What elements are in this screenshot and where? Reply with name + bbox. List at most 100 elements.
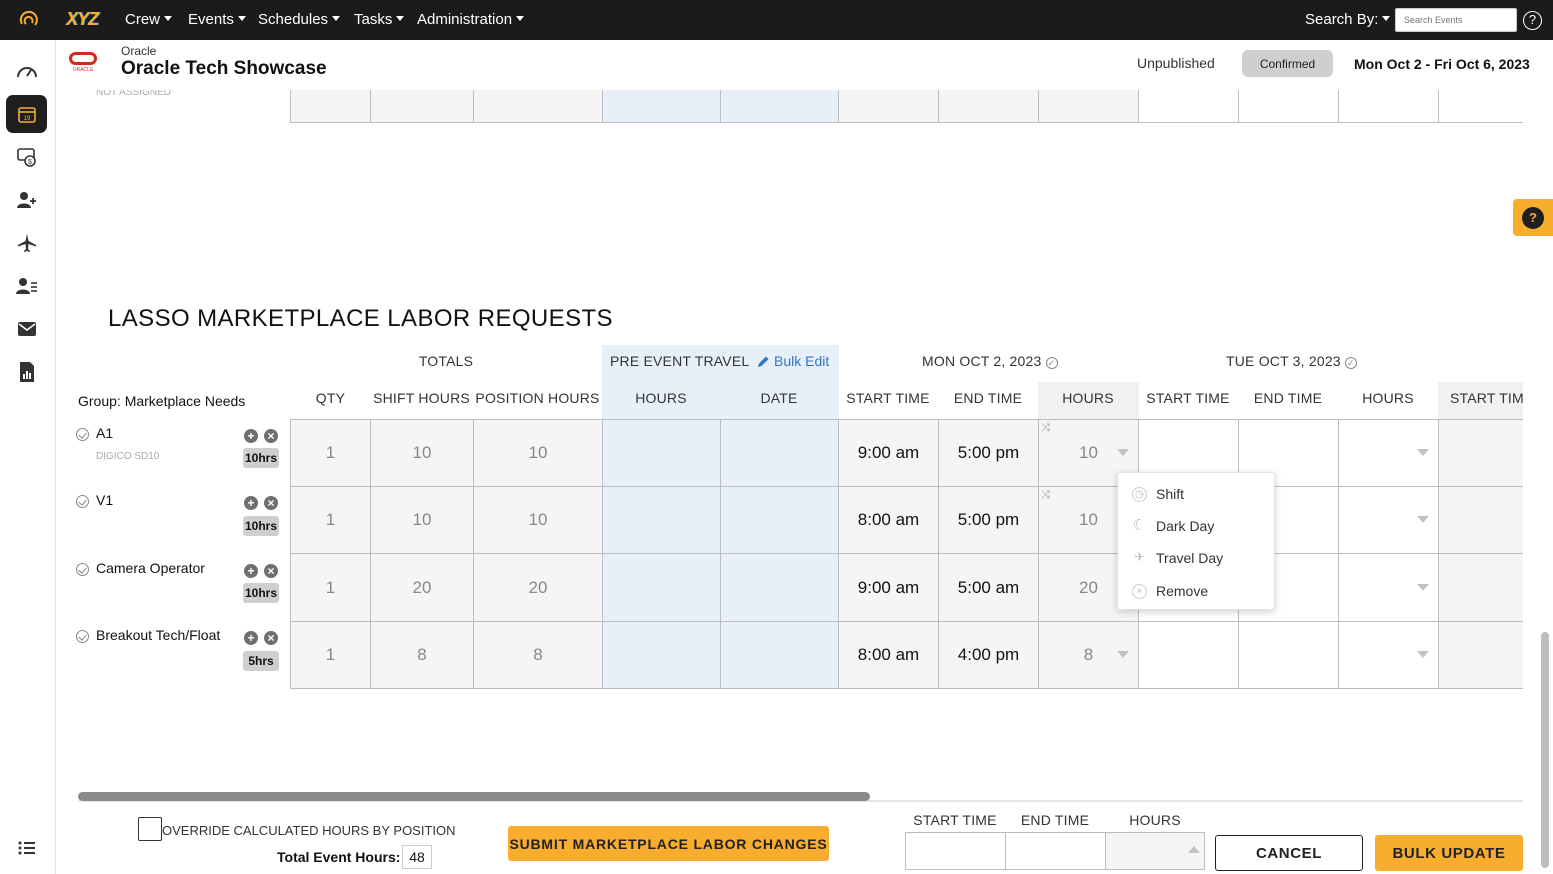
position-hours-cell[interactable]: 8	[473, 621, 603, 689]
vertical-scrollbar-thumb[interactable]	[1541, 632, 1549, 868]
travel-hours-cell[interactable]	[602, 553, 721, 622]
travel-date-cell[interactable]	[720, 621, 839, 689]
bulk-start-time-input[interactable]	[905, 832, 1006, 870]
day2-label: TUE OCT 3, 2023	[1226, 353, 1341, 369]
start-time-cell[interactable]: 8:00 am	[838, 621, 939, 689]
close-circle-icon[interactable]: ×	[264, 429, 278, 443]
plus-circle-icon[interactable]: +	[244, 564, 258, 578]
nav-administration[interactable]: Administration	[417, 11, 525, 28]
nav-events[interactable]: Events	[188, 11, 246, 28]
chevron-down-icon[interactable]	[1417, 449, 1429, 456]
menu-item-dark-day[interactable]: ☾ Dark Day	[1132, 518, 1215, 535]
bulk-edit-link[interactable]: Bulk Edit	[757, 353, 829, 369]
menu-item-shift[interactable]: ◷ Shift	[1132, 486, 1184, 502]
day2-end-cell[interactable]	[1238, 621, 1339, 689]
shuffle-icon[interactable]: ⤨	[1041, 422, 1050, 435]
status-unpublished[interactable]: Unpublished	[1137, 55, 1215, 71]
sidebar-item-travel[interactable]	[6, 224, 47, 262]
sidebar-item-crew-list[interactable]	[6, 267, 47, 305]
sidebar-item-add-crew[interactable]	[6, 181, 47, 219]
plus-circle-icon[interactable]: +	[244, 631, 258, 645]
travel-date-cell[interactable]	[720, 419, 839, 487]
check-circle-icon[interactable]: ✓	[1344, 357, 1357, 369]
plus-circle-icon[interactable]: +	[244, 496, 258, 510]
hours-value: 10	[1079, 443, 1098, 462]
check-circle-icon[interactable]: ✓	[1045, 357, 1058, 369]
horizontal-scrollbar-thumb[interactable]	[78, 792, 870, 801]
day3-start-cell[interactable]	[1438, 486, 1523, 554]
qty-cell[interactable]: 1	[290, 486, 371, 554]
travel-hours-cell[interactable]	[602, 486, 721, 554]
menu-item-remove[interactable]: × Remove	[1132, 583, 1208, 599]
end-time-cell[interactable]: 5:00 pm	[938, 419, 1039, 487]
check-circle-icon[interactable]	[76, 495, 89, 508]
sidebar-item-messages[interactable]	[6, 310, 47, 348]
end-time-cell[interactable]: 5:00 am	[938, 553, 1039, 622]
chevron-down-icon	[516, 16, 525, 21]
end-time-cell[interactable]: 4:00 pm	[938, 621, 1039, 689]
plus-circle-icon[interactable]: +	[244, 429, 258, 443]
check-circle-icon[interactable]	[76, 428, 89, 441]
check-circle-icon[interactable]	[76, 630, 89, 643]
shift-hours-cell[interactable]: 10	[370, 486, 474, 554]
nav-schedules[interactable]: Schedules	[258, 11, 341, 28]
brand-logo[interactable]: XYZ	[66, 9, 99, 30]
cancel-button[interactable]: CANCEL	[1215, 835, 1363, 871]
status-confirmed-badge[interactable]: Confirmed	[1242, 50, 1333, 77]
day3-start-cell[interactable]	[1438, 553, 1523, 622]
shift-hours-cell[interactable]: 8	[370, 621, 474, 689]
day3-start-cell[interactable]	[1438, 419, 1523, 487]
col-day2-hours: HOURS	[1362, 390, 1414, 406]
day2-start-cell[interactable]	[1138, 621, 1239, 689]
travel-date-cell[interactable]	[720, 486, 839, 554]
bulk-end-time-input[interactable]	[1005, 832, 1106, 870]
submit-marketplace-changes-button[interactable]: SUBMIT MARKETPLACE LABOR CHANGES	[508, 826, 829, 861]
nav-tasks-label: Tasks	[354, 11, 393, 28]
bulk-update-button[interactable]: BULK UPDATE	[1375, 835, 1523, 871]
end-time-cell[interactable]: 5:00 pm	[938, 486, 1039, 554]
role-name: A1	[96, 425, 114, 441]
close-circle-icon[interactable]: ×	[264, 564, 278, 578]
travel-hours-cell[interactable]	[602, 621, 721, 689]
travel-hours-cell[interactable]	[602, 419, 721, 487]
position-hours-cell[interactable]: 10	[473, 486, 603, 554]
hours-value: 10	[1079, 510, 1098, 529]
search-by-dropdown[interactable]: Search By:	[1305, 11, 1391, 28]
qty-cell[interactable]: 1	[290, 621, 371, 689]
help-circle-icon[interactable]: ?	[1523, 11, 1542, 30]
sidebar-item-dashboard[interactable]	[6, 53, 47, 91]
override-checkbox[interactable]	[138, 817, 162, 841]
chevron-down-icon[interactable]	[1117, 651, 1129, 658]
day3-start-cell[interactable]	[1438, 621, 1523, 689]
sidebar-item-payments[interactable]: $	[6, 138, 47, 176]
shift-hours-cell[interactable]: 10	[370, 419, 474, 487]
pre-event-travel-header: PRE EVENT TRAVEL	[610, 353, 750, 369]
shift-hours-cell[interactable]: 20	[370, 553, 474, 622]
close-circle-icon[interactable]: ×	[264, 496, 278, 510]
qty-cell[interactable]: 1	[290, 553, 371, 622]
chevron-up-icon[interactable]	[1188, 846, 1200, 853]
search-input[interactable]	[1395, 8, 1517, 32]
start-time-cell[interactable]: 8:00 am	[838, 486, 939, 554]
position-hours-cell[interactable]: 10	[473, 419, 603, 487]
sidebar-item-calendar[interactable]: 19	[6, 95, 47, 133]
menu-item-travel-day[interactable]: ✈ Travel Day	[1132, 550, 1223, 566]
chevron-down-icon[interactable]	[1417, 584, 1429, 591]
sidebar-item-reports[interactable]	[6, 353, 47, 391]
app-logo-icon[interactable]	[18, 9, 40, 31]
chevron-down-icon[interactable]	[1417, 651, 1429, 658]
nav-tasks[interactable]: Tasks	[354, 11, 405, 28]
nav-crew[interactable]: Crew	[125, 11, 173, 28]
chevron-down-icon[interactable]	[1417, 516, 1429, 523]
qty-cell[interactable]: 1	[290, 419, 371, 487]
travel-date-cell[interactable]	[720, 553, 839, 622]
sidebar-item-list[interactable]	[6, 829, 47, 867]
chevron-down-icon[interactable]	[1117, 449, 1129, 456]
position-hours-cell[interactable]: 20	[473, 553, 603, 622]
close-circle-icon[interactable]: ×	[264, 631, 278, 645]
start-time-cell[interactable]: 9:00 am	[838, 419, 939, 487]
check-circle-icon[interactable]	[76, 563, 89, 576]
shuffle-icon[interactable]: ⤨	[1041, 489, 1050, 502]
start-time-cell[interactable]: 9:00 am	[838, 553, 939, 622]
support-chat-button[interactable]: ?	[1513, 199, 1553, 236]
